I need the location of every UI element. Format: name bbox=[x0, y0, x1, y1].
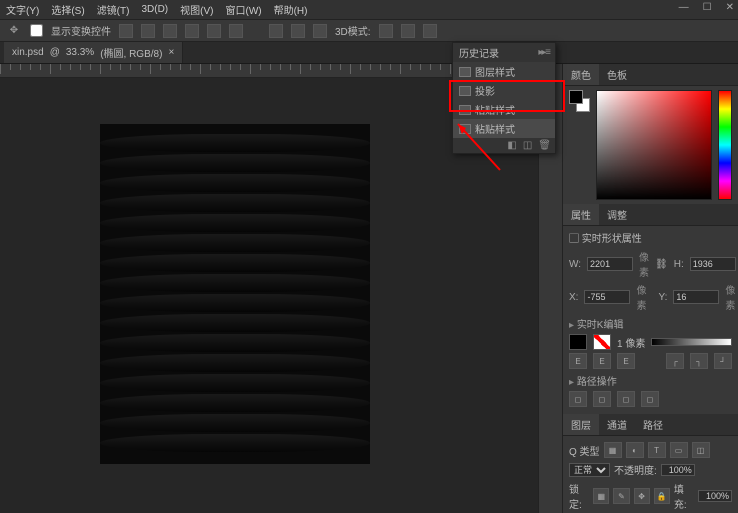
3d-btn-2[interactable] bbox=[401, 24, 415, 38]
align-btn-5[interactable] bbox=[207, 24, 221, 38]
lock-trans[interactable]: ▦ bbox=[593, 488, 609, 504]
properties-panel: ▢ 实时形状属性 W: 像素 ⛓ H: 像素 X: 像素 Y: 像素 实时K编辑… bbox=[563, 226, 738, 414]
y-input[interactable] bbox=[673, 290, 719, 304]
filter-adjust[interactable]: ◐ bbox=[626, 442, 644, 458]
lock-pos[interactable]: ✥ bbox=[634, 488, 650, 504]
cap-btn-2[interactable]: E bbox=[593, 353, 611, 369]
menu-type[interactable]: 文字(Y) bbox=[6, 2, 39, 17]
filter-shape[interactable]: ▭ bbox=[670, 442, 688, 458]
align-btn-3[interactable] bbox=[163, 24, 177, 38]
lock-all[interactable]: 🔒 bbox=[654, 488, 670, 504]
document-tab-bar: xin.psd @ 33.3% (椭圆, RGB/8) × bbox=[0, 42, 738, 64]
stroke-width: 1 像素 bbox=[617, 335, 645, 350]
layers-panel: Q 类型 ▦ ◐ T ▭ ◫ 正常 不透明度: 锁定: ▦ ✎ ✥ 🔒 填充: bbox=[563, 436, 738, 513]
lock-pixel[interactable]: ✎ bbox=[613, 488, 629, 504]
cap-btn-3[interactable]: E bbox=[617, 353, 635, 369]
document-tab[interactable]: xin.psd @ 33.3% (椭圆, RGB/8) × bbox=[4, 42, 183, 63]
menu-select[interactable]: 选择(S) bbox=[51, 2, 84, 17]
pathop-4[interactable]: ◻ bbox=[641, 391, 659, 407]
menu-window[interactable]: 窗口(W) bbox=[225, 2, 261, 17]
auto-select-checkbox[interactable] bbox=[30, 24, 43, 37]
minimize-icon[interactable]: — bbox=[679, 2, 689, 13]
pathop-2[interactable]: ◻ bbox=[593, 391, 611, 407]
history-title: 历史记录 bbox=[459, 45, 499, 60]
tab-paths[interactable]: 路径 bbox=[635, 414, 671, 435]
align-btn-2[interactable] bbox=[141, 24, 155, 38]
link-icon[interactable]: ⛓ bbox=[655, 259, 668, 270]
color-panel bbox=[563, 86, 738, 204]
menu-view[interactable]: 视图(V) bbox=[180, 2, 213, 17]
props-header: 实时形状属性 bbox=[582, 234, 642, 245]
transform-controls-label: 显示变换控件 bbox=[51, 23, 111, 38]
stroke-style[interactable] bbox=[651, 338, 732, 346]
align-btn-4[interactable] bbox=[185, 24, 199, 38]
menu-3d[interactable]: 3D(D) bbox=[141, 4, 168, 15]
maximize-icon[interactable]: ☐ bbox=[703, 2, 712, 13]
history-item[interactable]: 图层样式 bbox=[453, 62, 555, 81]
3d-btn-3[interactable] bbox=[423, 24, 437, 38]
menu-help[interactable]: 帮助(H) bbox=[274, 2, 308, 17]
move-tool-icon: ✥ bbox=[6, 23, 22, 39]
blend-mode-select[interactable]: 正常 bbox=[569, 463, 610, 477]
fg-bg-swatch[interactable] bbox=[569, 90, 590, 112]
document-zoom: 33.3% bbox=[66, 47, 94, 58]
history-item[interactable]: 粘贴样式 bbox=[453, 119, 555, 138]
pathop-1[interactable]: ◻ bbox=[569, 391, 587, 407]
tab-channels[interactable]: 通道 bbox=[599, 414, 635, 435]
tab-close-icon[interactable]: × bbox=[168, 47, 174, 58]
history-item[interactable]: 粘贴样式 bbox=[453, 100, 555, 119]
width-input[interactable] bbox=[587, 257, 633, 271]
join-btn-3[interactable]: ┘ bbox=[714, 353, 732, 369]
color-field[interactable] bbox=[596, 90, 712, 200]
filter-type[interactable]: T bbox=[648, 442, 666, 458]
document-filename: xin.psd bbox=[12, 47, 44, 58]
new-doc-icon[interactable]: ◫ bbox=[523, 140, 532, 151]
menu-bar: 文字(Y) 选择(S) 滤镜(T) 3D(D) 视图(V) 窗口(W) 帮助(H… bbox=[0, 0, 738, 20]
dist-btn-2[interactable] bbox=[291, 24, 305, 38]
cap-btn-1[interactable]: E bbox=[569, 353, 587, 369]
filter-smart[interactable]: ◫ bbox=[692, 442, 710, 458]
dist-btn-1[interactable] bbox=[269, 24, 283, 38]
filter-pixel[interactable]: ▦ bbox=[604, 442, 622, 458]
options-bar: ✥ 显示变换控件 3D模式: bbox=[0, 20, 738, 42]
tab-swatches[interactable]: 色板 bbox=[599, 64, 635, 85]
fill-input[interactable] bbox=[698, 490, 732, 502]
stroke-swatch[interactable] bbox=[593, 334, 611, 350]
height-input[interactable] bbox=[690, 257, 736, 271]
align-btn-1[interactable] bbox=[119, 24, 133, 38]
artboard[interactable] bbox=[100, 124, 370, 464]
opacity-input[interactable] bbox=[661, 464, 695, 476]
hue-slider[interactable] bbox=[718, 90, 732, 200]
3d-btn-1[interactable] bbox=[379, 24, 393, 38]
align-btn-6[interactable] bbox=[229, 24, 243, 38]
right-dock: 颜色 色板 属性 调整 ▢ 实时形状属性 W: 像素 ⛓ H: 像素 bbox=[562, 64, 738, 513]
snapshot-icon[interactable]: ◧ bbox=[507, 140, 516, 151]
fill-swatch[interactable] bbox=[569, 334, 587, 350]
join-btn-1[interactable]: ┌ bbox=[666, 353, 684, 369]
stroke-section[interactable]: 实时K编辑 bbox=[569, 316, 732, 331]
history-panel: 历史记录 ▸▸ ≡ 图层样式 投影 粘贴样式 粘贴样式 ◧ ◫ 🗑 bbox=[452, 42, 556, 154]
tab-properties[interactable]: 属性 bbox=[563, 204, 599, 225]
document-layerinfo: (椭圆, RGB/8) bbox=[100, 45, 162, 60]
dist-btn-3[interactable] bbox=[313, 24, 327, 38]
history-item[interactable]: 投影 bbox=[453, 81, 555, 100]
x-input[interactable] bbox=[584, 290, 630, 304]
pathop-3[interactable]: ◻ bbox=[617, 391, 635, 407]
pathops-section[interactable]: 路径操作 bbox=[569, 373, 732, 388]
panel-menu-icon[interactable]: ▸▸ ≡ bbox=[538, 47, 549, 58]
tab-layers[interactable]: 图层 bbox=[563, 414, 599, 435]
trash-icon[interactable]: 🗑 bbox=[538, 140, 551, 151]
join-btn-2[interactable]: ┐ bbox=[690, 353, 708, 369]
tab-adjustments[interactable]: 调整 bbox=[599, 204, 635, 225]
menu-filter[interactable]: 滤镜(T) bbox=[97, 2, 130, 17]
tab-color[interactable]: 颜色 bbox=[563, 64, 599, 85]
3d-mode-label: 3D模式: bbox=[335, 23, 371, 38]
close-icon[interactable]: ✕ bbox=[726, 2, 734, 13]
